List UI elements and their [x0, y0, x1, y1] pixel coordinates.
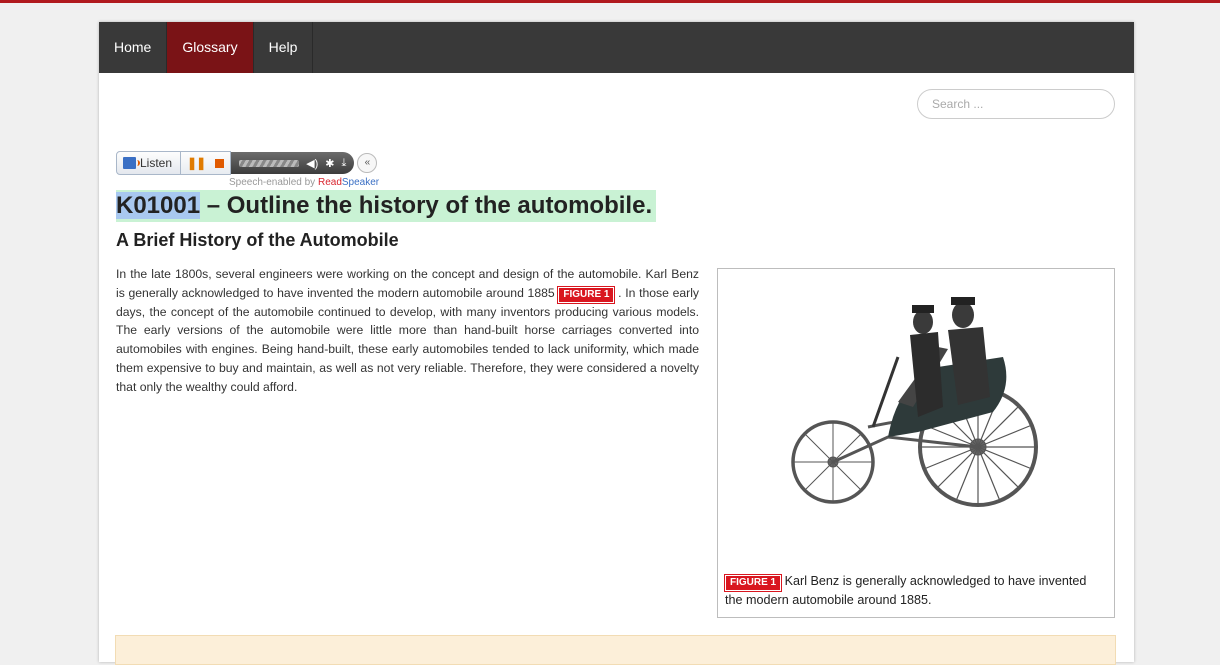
benz-motorwagen-image: [791, 297, 1038, 507]
pause-icon[interactable]: ❚❚: [187, 156, 206, 170]
figure-reference-link[interactable]: FIGURE 1: [558, 286, 615, 303]
nav-glossary[interactable]: Glossary: [167, 22, 254, 73]
readspeaker-credit: Speech-enabled by ReadSpeaker: [229, 177, 379, 188]
credit-brand-read[interactable]: Read: [318, 177, 342, 188]
figure-box: FIGURE 1 Karl Benz is generally acknowle…: [717, 268, 1115, 618]
speaker-icon: [123, 157, 140, 169]
playback-controls: ❚❚: [181, 151, 232, 175]
nav-home[interactable]: Home: [99, 22, 168, 73]
stop-icon[interactable]: [215, 158, 225, 168]
credit-prefix: Speech-enabled by: [229, 177, 318, 188]
listen-label: Listen: [140, 156, 173, 170]
section-heading: A Brief History of the Automobile: [116, 230, 399, 250]
credit-brand-speaker[interactable]: Speaker: [342, 177, 379, 188]
volume-icon[interactable]: ◀): [306, 157, 318, 170]
title-text: – Outline the history of the automobile.: [200, 192, 653, 219]
readspeaker-toolbar: Listen ❚❚ ◀) ✱ ⤓ «: [116, 151, 378, 175]
figure-caption: FIGURE 1 Karl Benz is generally acknowle…: [725, 572, 1105, 609]
page-title: K01001 – Outline the history of the auto…: [116, 190, 657, 222]
notice-box: [115, 635, 1116, 665]
top-accent-rule: [0, 0, 1220, 3]
download-icon[interactable]: ⤓: [341, 157, 346, 170]
title-code: K01001: [116, 192, 201, 219]
body-paragraph: In the late 1800s, several engineers wer…: [116, 265, 699, 396]
listen-button[interactable]: Listen: [116, 151, 182, 175]
search-input[interactable]: [917, 89, 1115, 119]
collapse-button[interactable]: «: [357, 153, 378, 173]
page-container: Home Glossary Help Listen ❚❚ ◀) ✱ ⤓ « Sp…: [99, 22, 1134, 665]
player-panel: ◀) ✱ ⤓: [231, 152, 355, 174]
caption-figure-tag: FIGURE 1: [725, 575, 782, 591]
settings-gear-icon[interactable]: ✱: [325, 157, 334, 170]
main-navbar: Home Glossary Help: [99, 22, 1134, 73]
progress-slider[interactable]: [239, 159, 300, 167]
nav-help[interactable]: Help: [254, 22, 314, 73]
